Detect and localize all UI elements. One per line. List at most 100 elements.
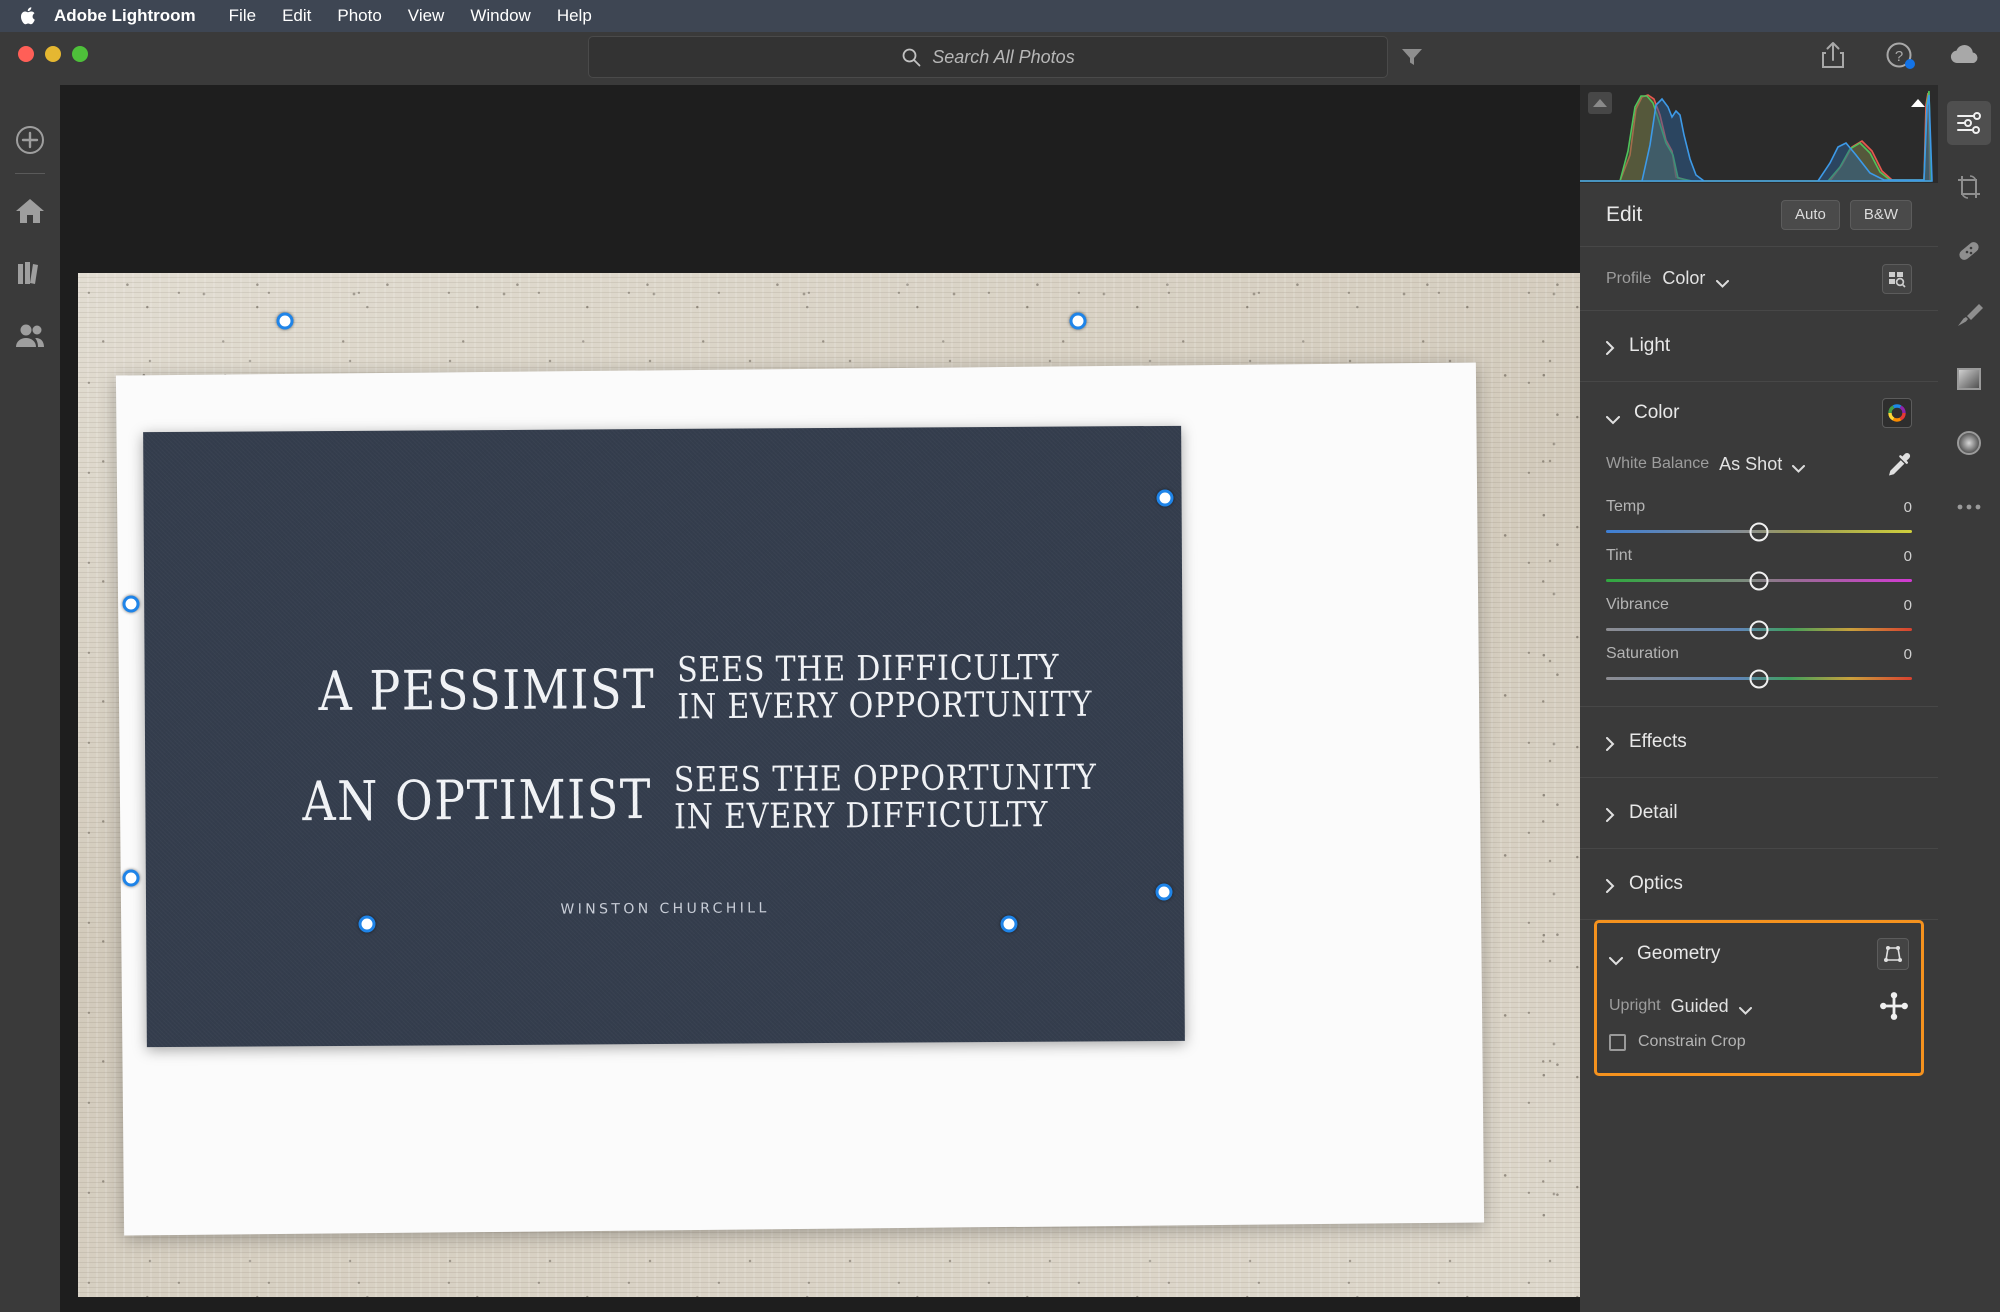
slider-saturation-knob[interactable] bbox=[1749, 669, 1769, 688]
tool-edit[interactable] bbox=[1947, 101, 1991, 145]
upright-handle[interactable] bbox=[1069, 312, 1087, 330]
tool-masking-brush[interactable] bbox=[1947, 293, 1991, 337]
help-question-icon[interactable]: ? bbox=[1884, 40, 1915, 70]
close-button[interactable] bbox=[18, 46, 34, 62]
upright-handle[interactable] bbox=[1155, 883, 1173, 901]
white-balance-label: White Balance bbox=[1606, 455, 1710, 472]
lightroom-window: Adobe Lightroom File Edit Photo View Win… bbox=[0, 0, 2000, 1312]
slider-vibrance-track[interactable] bbox=[1606, 620, 1912, 639]
slider-temp-value: 0 bbox=[1903, 498, 1912, 516]
sidebar-item-library[interactable] bbox=[0, 242, 60, 304]
tool-linear-gradient[interactable] bbox=[1947, 357, 1991, 401]
maximize-button[interactable] bbox=[72, 46, 88, 62]
menu-help[interactable]: Help bbox=[544, 0, 605, 32]
triangle-up-icon bbox=[1911, 99, 1925, 107]
upright-handle[interactable] bbox=[122, 869, 140, 887]
section-geometry-header[interactable]: Geometry bbox=[1609, 923, 1909, 985]
slider-tint-knob[interactable] bbox=[1749, 571, 1769, 590]
tool-radial-gradient[interactable] bbox=[1947, 421, 1991, 465]
quote-attribution: WINSTON CHURCHILL bbox=[560, 900, 770, 918]
chevron-right-icon bbox=[1606, 806, 1615, 822]
move-crosshair-icon[interactable] bbox=[1879, 991, 1909, 1021]
auto-button[interactable]: Auto bbox=[1780, 199, 1840, 230]
slider-vibrance: Vibrance 0 bbox=[1606, 596, 1912, 639]
people-icon bbox=[15, 322, 45, 348]
window-controls bbox=[18, 46, 88, 62]
upright-handle[interactable] bbox=[1000, 915, 1018, 933]
books-icon bbox=[16, 259, 44, 287]
sidebar-item-add-photos[interactable] bbox=[0, 109, 60, 171]
chevron-down-icon[interactable] bbox=[1716, 275, 1730, 288]
plus-circle-icon bbox=[15, 125, 45, 155]
share-icon[interactable] bbox=[1818, 40, 1848, 70]
slider-temp-label: Temp bbox=[1606, 498, 1646, 515]
tool-healing[interactable] bbox=[1947, 229, 1991, 273]
section-detail[interactable]: Detail bbox=[1580, 778, 1938, 849]
quote-small-2: SEES THE OPPORTUNITY IN EVERY DIFFICULTY bbox=[674, 758, 1097, 838]
radial-gradient-icon bbox=[1956, 430, 1982, 456]
histogram-collapse-left-button[interactable] bbox=[1588, 92, 1612, 114]
healing-brush-icon bbox=[1955, 237, 1983, 265]
section-optics-label: Optics bbox=[1629, 873, 1683, 894]
search-placeholder: Search All Photos bbox=[932, 46, 1075, 67]
sidebar-item-home[interactable] bbox=[0, 180, 60, 242]
chevron-down-icon bbox=[1606, 409, 1620, 424]
section-optics[interactable]: Optics bbox=[1580, 849, 1938, 920]
slider-saturation-track[interactable] bbox=[1606, 669, 1912, 688]
eyedropper-icon[interactable] bbox=[1886, 451, 1912, 477]
upright-handle[interactable] bbox=[358, 915, 376, 933]
minimize-button[interactable] bbox=[45, 46, 61, 62]
cloud-sync-icon[interactable] bbox=[1950, 40, 1980, 70]
menu-window[interactable]: Window bbox=[457, 0, 543, 32]
section-color-header[interactable]: Color bbox=[1606, 382, 1912, 444]
slider-saturation-value: 0 bbox=[1903, 645, 1912, 663]
slider-tint-header: Tint 0 bbox=[1606, 547, 1912, 565]
section-light[interactable]: Light bbox=[1580, 311, 1938, 382]
slider-tint-track[interactable] bbox=[1606, 571, 1912, 590]
color-wheel-icon[interactable] bbox=[1882, 398, 1912, 428]
tool-more-options[interactable] bbox=[1947, 485, 1991, 529]
slider-vibrance-value: 0 bbox=[1903, 596, 1912, 614]
menu-view[interactable]: View bbox=[395, 0, 458, 32]
slider-vibrance-knob[interactable] bbox=[1749, 620, 1769, 639]
menu-edit[interactable]: Edit bbox=[269, 0, 324, 32]
profile-value[interactable]: Color bbox=[1662, 268, 1705, 289]
upright-handle[interactable] bbox=[122, 595, 140, 613]
slider-temp-track[interactable] bbox=[1606, 522, 1912, 541]
white-balance-value[interactable]: As Shot bbox=[1719, 454, 1782, 475]
histogram-collapse-right-button[interactable] bbox=[1906, 92, 1930, 114]
triangle-up-icon bbox=[1593, 99, 1607, 107]
photo-canvas[interactable]: A PESSIMIST SEES THE DIFFICULTY IN EVERY… bbox=[60, 85, 1605, 1312]
sidebar-item-sharing[interactable] bbox=[0, 304, 60, 366]
slider-vibrance-label: Vibrance bbox=[1606, 596, 1669, 613]
chevron-down-icon[interactable] bbox=[1738, 1002, 1752, 1015]
slider-temp-knob[interactable] bbox=[1749, 522, 1769, 541]
macos-menubar: Adobe Lightroom File Edit Photo View Win… bbox=[0, 0, 2000, 32]
tool-crop[interactable] bbox=[1947, 165, 1991, 209]
constrain-crop-label: Constrain Crop bbox=[1638, 1033, 1746, 1050]
upright-handle[interactable] bbox=[276, 312, 294, 330]
home-icon bbox=[15, 197, 45, 225]
profile-browser-icon[interactable] bbox=[1882, 263, 1912, 294]
menu-photo[interactable]: Photo bbox=[324, 0, 394, 32]
upright-value[interactable]: Guided bbox=[1671, 996, 1729, 1017]
chevron-right-icon bbox=[1606, 877, 1615, 893]
filter-funnel-icon[interactable] bbox=[1398, 44, 1426, 70]
white-balance-row: White Balance As Shot bbox=[1606, 444, 1912, 484]
chevron-down-icon[interactable] bbox=[1792, 460, 1806, 473]
section-effects[interactable]: Effects bbox=[1580, 707, 1938, 778]
menu-app-name[interactable]: Adobe Lightroom bbox=[54, 0, 216, 32]
quote-line-2: AN OPTIMIST SEES THE OPPORTUNITY IN EVER… bbox=[232, 758, 1097, 838]
slider-saturation-header: Saturation 0 bbox=[1606, 645, 1912, 663]
guided-upright-icon[interactable] bbox=[1877, 938, 1909, 970]
upright-handle[interactable] bbox=[1156, 489, 1174, 507]
bw-button[interactable]: B&W bbox=[1849, 199, 1912, 230]
constrain-crop-row[interactable]: Constrain Crop bbox=[1609, 1033, 1909, 1051]
menu-file[interactable]: File bbox=[216, 0, 269, 32]
photo-image[interactable]: A PESSIMIST SEES THE DIFFICULTY IN EVERY… bbox=[78, 273, 1588, 1297]
apple-logo-icon[interactable] bbox=[16, 3, 38, 29]
histogram[interactable] bbox=[1580, 85, 1938, 183]
search-input[interactable]: Search All Photos bbox=[588, 36, 1388, 78]
edit-panel-header: Edit Auto B&W bbox=[1580, 183, 1938, 247]
constrain-crop-checkbox[interactable] bbox=[1609, 1033, 1626, 1051]
